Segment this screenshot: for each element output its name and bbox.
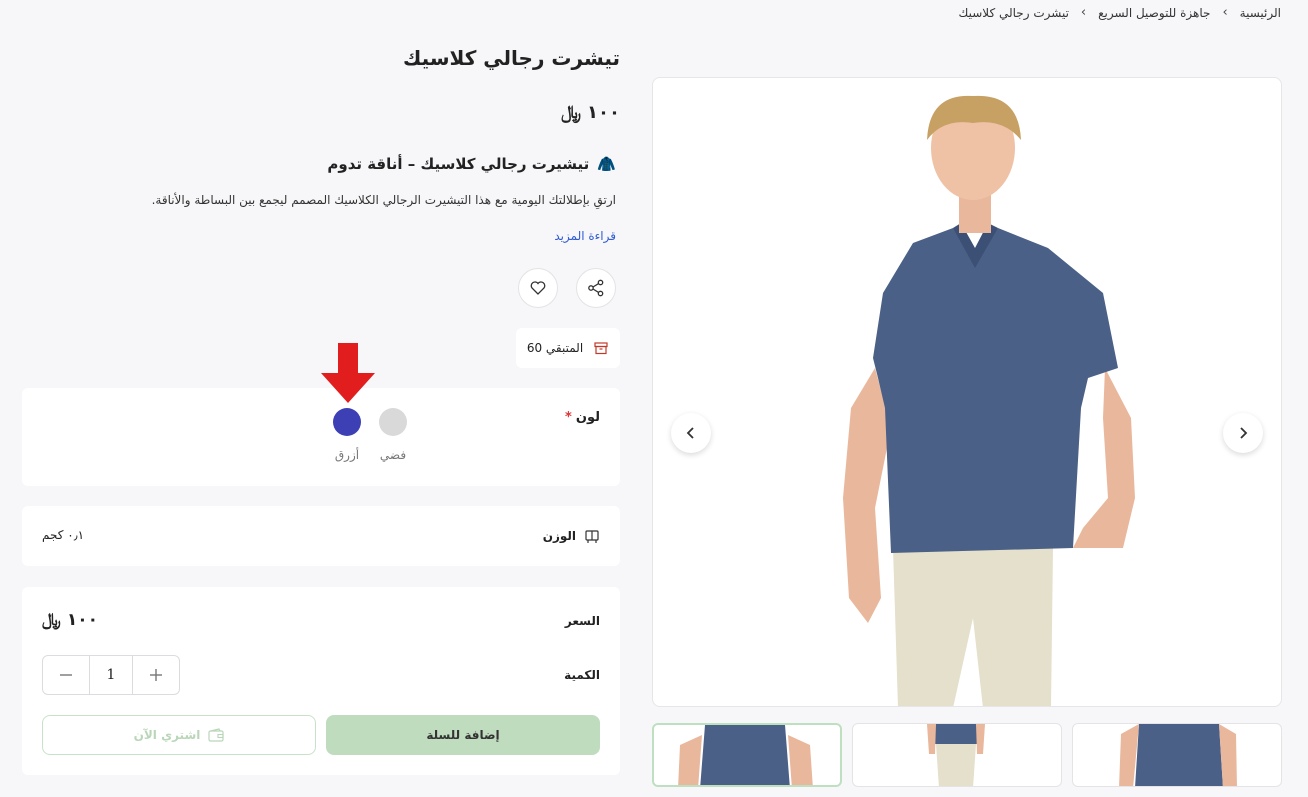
- chevron-right-icon: [1240, 427, 1248, 439]
- description-text: ارتقِ بإطلالتك اليومية مع هذا التيشيرت ا…: [151, 193, 616, 207]
- increase-button[interactable]: [133, 656, 179, 694]
- thumbnail-2[interactable]: [852, 723, 1062, 787]
- stock-text: المتبقي 60: [526, 341, 584, 355]
- riyal-icon: ﷼: [561, 102, 582, 123]
- weight-row: الوزن ٠٫١ كجم: [22, 506, 620, 566]
- weight-label: الوزن: [543, 528, 600, 544]
- buy-now-button[interactable]: اشتري الآن: [42, 715, 316, 755]
- breadcrumb-home[interactable]: الرئيسية: [1240, 6, 1281, 20]
- stock-indicator: المتبقي 60: [516, 328, 620, 368]
- prev-image-button[interactable]: [671, 413, 711, 453]
- add-to-cart-button[interactable]: إضافة للسلة: [326, 715, 600, 755]
- product-title: تيشرت رجالي كلاسيك: [403, 46, 620, 70]
- product-photo: [843, 95, 1135, 706]
- next-image-button[interactable]: [1223, 413, 1263, 453]
- price-value: ١٠٠ ﷼: [42, 610, 98, 630]
- price-amount: ١٠٠: [587, 102, 620, 123]
- swatch-blue-label: أزرق: [334, 448, 360, 462]
- weight-value: ٠٫١ كجم: [42, 528, 85, 542]
- minus-icon: [60, 674, 72, 676]
- riyal-icon: ﷼: [42, 610, 61, 630]
- share-icon: [588, 279, 604, 297]
- description-heading: 🧥 تيشيرت رجالي كلاسيك – أناقة تدوم: [327, 155, 616, 173]
- chevron-left-icon: [686, 427, 694, 439]
- swatch-silver-label: فضي: [379, 448, 407, 462]
- swatch-silver[interactable]: [379, 408, 407, 436]
- description-heading-text: تيشيرت رجالي كلاسيك – أناقة تدوم: [327, 155, 590, 173]
- breadcrumb-separator: ›: [1080, 5, 1087, 20]
- quantity-label: الكمية: [564, 668, 600, 682]
- share-button[interactable]: [576, 268, 616, 308]
- jacket-emoji-icon: 🧥: [597, 155, 616, 173]
- required-mark: *: [565, 410, 572, 425]
- breadcrumb-category[interactable]: جاهزة للتوصيل السريع: [1098, 6, 1210, 20]
- box-icon: [594, 342, 608, 355]
- wallet-icon: [208, 728, 224, 742]
- swatch-blue[interactable]: [333, 408, 361, 436]
- annotation-arrow-icon: [321, 343, 375, 403]
- heart-icon: [530, 281, 546, 295]
- breadcrumb-separator: ›: [1222, 5, 1228, 20]
- thumbnail-3[interactable]: [1072, 723, 1282, 787]
- thumbnail-strip: [652, 723, 1282, 787]
- product-price: ١٠٠ ﷼: [561, 102, 620, 123]
- breadcrumb-current: تيشرت رجالي كلاسيك: [958, 5, 1069, 20]
- decrease-button[interactable]: [43, 656, 89, 694]
- thumbnail-1[interactable]: [652, 723, 842, 787]
- quantity-value[interactable]: 1: [89, 656, 133, 694]
- scale-icon: [585, 530, 599, 543]
- quantity-stepper: 1: [42, 655, 180, 695]
- purchase-panel: السعر ١٠٠ ﷼ الكمية 1 إضافة للسلة اشتري ا…: [22, 587, 620, 775]
- wishlist-button[interactable]: [518, 268, 558, 308]
- price-label: السعر: [564, 614, 600, 628]
- plus-icon: [150, 669, 162, 681]
- breadcrumb: الرئيسية › جاهزة للتوصيل السريع › تيشرت …: [959, 5, 1282, 20]
- read-more-link[interactable]: قراءة المزيد: [554, 229, 616, 243]
- color-label: لون*: [565, 410, 600, 425]
- product-main-image: [652, 77, 1282, 707]
